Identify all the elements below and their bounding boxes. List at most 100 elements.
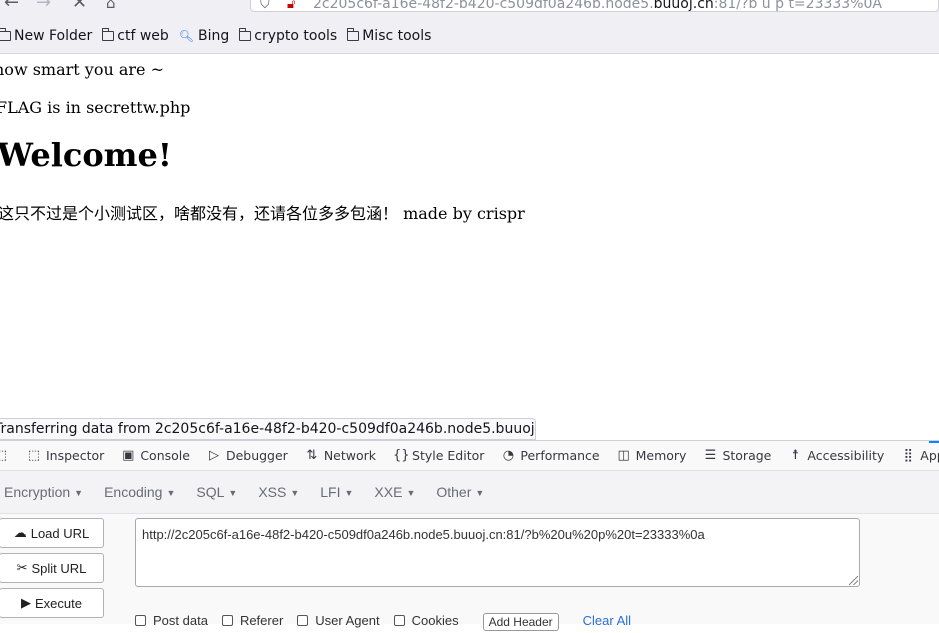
arrow-right-icon[interactable]: → <box>36 0 51 13</box>
tab-inspector[interactable]: ⬚ Inspector <box>19 441 113 470</box>
bookmark-label: New Folder <box>14 28 93 44</box>
add-header-button[interactable]: Add Header <box>482 613 559 631</box>
cookies-checkbox[interactable]: Cookies <box>393 613 459 628</box>
bookmark-new-folder[interactable]: New Folder <box>0 28 92 44</box>
menu-label: SQL <box>196 484 225 500</box>
menu-encryption[interactable]: Encryption ▼ <box>4 484 83 500</box>
tab-network[interactable]: ⇅ Network <box>297 441 385 470</box>
browser-chrome: ← → ✕ ⌂ ⛉ 🔓︎ 2c205c6f-a16e-48f2-b420-c50… <box>0 0 939 54</box>
address-text[interactable]: 2c205c6f-a16e-48f2-b420-c509df0a246b.nod… <box>313 0 882 12</box>
resize-handle[interactable] <box>849 576 858 585</box>
tab-storage[interactable]: ☰ Storage <box>695 441 780 470</box>
checkbox-label: User Agent <box>315 613 380 628</box>
bookmark-label: ctf web <box>117 28 169 44</box>
chevron-down-icon: ▼ <box>166 488 176 498</box>
tab-label: Inspector <box>46 448 105 463</box>
checkbox-box[interactable] <box>221 615 233 626</box>
console-icon: ▣ <box>122 448 135 463</box>
bookmark-label: Bing <box>198 28 230 44</box>
checkbox-label: Cookies <box>411 613 459 628</box>
tab-console[interactable]: ▣ Console <box>113 441 199 470</box>
storage-icon: ☰ <box>704 448 717 463</box>
bookmark-label: crypto tools <box>254 28 338 44</box>
hackbar-menu: Encryption ▼ Encoding ▼ SQL ▼ XSS ▼ LFI ▼ XXE… <box>0 471 939 514</box>
devtools-toolbar: ⬚ ⬚ Inspector ▣ Console ▷ Debugger ⇅ Network… <box>0 441 939 471</box>
execute-button[interactable]: ▶ Execute <box>0 588 104 618</box>
button-label: Split URL <box>31 560 87 576</box>
tab-debugger[interactable]: ▷ Debugger <box>199 441 297 470</box>
tab-style-editor[interactable]: {} Style Editor <box>385 441 493 470</box>
menu-lfi[interactable]: LFI ▼ <box>320 484 353 500</box>
load-url-button[interactable]: ☁ Load URL <box>0 518 104 548</box>
tab-label: Debugger <box>225 448 288 463</box>
scissors-icon: ✂ <box>16 560 28 575</box>
page-content: how smart you are ~ FLAG is in secrettw.… <box>0 54 939 419</box>
menu-label: Encoding <box>104 484 163 500</box>
user-agent-checkbox[interactable]: User Agent <box>297 613 380 628</box>
bookmark-bing[interactable]: 🔍︎ Bing <box>179 28 230 44</box>
hackbar-body: ☁ Load URL ✂ Split URL ▶ Execute http://2c2… <box>0 514 939 631</box>
post-data-checkbox[interactable]: Post data <box>135 613 208 628</box>
intro-text: 这只不过是个小测试区，啥都没有，还请各位多多包涵！ made by crispr <box>0 204 525 223</box>
close-icon[interactable]: ✕ <box>72 0 87 13</box>
address-bar[interactable]: ⛉ 🔓︎ 2c205c6f-a16e-48f2-b420-c509df0a246… <box>250 0 939 12</box>
chevron-down-icon: ▼ <box>475 488 485 498</box>
inspector-icon: ⬚ <box>27 448 41 463</box>
tab-label: Storage <box>722 448 772 463</box>
checkbox-box[interactable] <box>135 615 146 626</box>
bookmark-crypto-tools[interactable]: crypto tools <box>238 28 338 44</box>
checkbox-label: Referer <box>239 613 284 628</box>
folder-icon <box>0 28 11 41</box>
debugger-icon: ▷ <box>208 448 219 463</box>
shield-icon[interactable]: ⛉ <box>260 0 270 11</box>
checkbox-label: Post data <box>153 613 208 628</box>
menu-xss[interactable]: XSS ▼ <box>258 484 299 500</box>
split-url-button[interactable]: ✂ Split URL <box>0 553 104 583</box>
chevron-down-icon: ▼ <box>406 488 416 498</box>
insecure-lock-icon[interactable]: 🔓︎ <box>287 0 295 11</box>
menu-label: Other <box>436 484 472 500</box>
chevron-down-icon: ▼ <box>344 488 354 498</box>
referer-checkbox[interactable]: Referer <box>221 613 284 628</box>
tab-accessibility[interactable]: ☨ Accessibility <box>780 441 893 470</box>
bookmark-label: Misc tools <box>362 28 432 44</box>
status-panel: Transferring data from 2c205c6f-a16e-48f… <box>0 418 536 440</box>
bookmark-ctf-web[interactable]: ctf web <box>101 28 169 44</box>
application-icon: ⣿ <box>903 448 914 463</box>
checkbox-box[interactable] <box>297 615 309 626</box>
hackbar-options: Post data Referer User Agent Cookies Add… <box>135 613 631 633</box>
tab-memory[interactable]: ◫ Memory <box>609 441 696 470</box>
checkbox-box[interactable] <box>393 615 405 626</box>
devtools-panel: ⬚ ⬚ Inspector ▣ Console ▷ Debugger ⇅ Network… <box>0 440 939 631</box>
page-title: Welcome! <box>0 136 172 174</box>
button-label: Execute <box>35 595 82 611</box>
tab-label: Performance <box>520 448 600 463</box>
url-textarea[interactable]: http://2c205c6f-a16e-48f2-b420-c509df0a2… <box>135 518 860 587</box>
menu-other[interactable]: Other ▼ <box>436 484 484 500</box>
home-icon[interactable]: ⌂ <box>106 0 116 12</box>
menu-sql[interactable]: SQL ▼ <box>196 484 237 500</box>
performance-icon: ◔ <box>502 448 515 463</box>
navigation-row: ← → ✕ ⌂ ⛉ 🔓︎ 2c205c6f-a16e-48f2-b420-c50… <box>0 0 939 16</box>
cloud-download-icon: ☁ <box>13 525 27 540</box>
url-value: http://2c205c6f-a16e-48f2-b420-c509df0a2… <box>142 527 705 542</box>
arrow-left-icon[interactable]: ← <box>4 0 19 13</box>
menu-encoding[interactable]: Encoding ▼ <box>104 484 175 500</box>
accessibility-icon: ☨ <box>791 448 799 463</box>
button-label: Load URL <box>30 525 90 541</box>
clear-all-link[interactable]: Clear All <box>583 613 631 628</box>
bookmark-misc-tools[interactable]: Misc tools <box>346 28 432 44</box>
chevron-down-icon: ▼ <box>290 488 300 498</box>
url-domain: buuoj.cn <box>653 0 714 12</box>
smart-message: how smart you are ~ <box>0 60 165 79</box>
url-prefix: 2c205c6f-a16e-48f2-b420-c509df0a246b.nod… <box>313 0 654 12</box>
play-icon: ▶ <box>21 595 31 610</box>
pick-element-icon[interactable]: ⬚ <box>0 441 19 470</box>
flag-hint: FLAG is in secrettw.php <box>0 98 191 117</box>
style-editor-icon: {} <box>393 448 410 463</box>
url-suffix: :81/?b u p t=23333%0A <box>713 0 882 12</box>
tab-application[interactable]: ⣿ Application <box>893 441 939 470</box>
folder-icon <box>346 28 360 41</box>
menu-xxe[interactable]: XXE ▼ <box>374 484 415 500</box>
tab-performance[interactable]: ◔ Performance <box>493 441 608 470</box>
